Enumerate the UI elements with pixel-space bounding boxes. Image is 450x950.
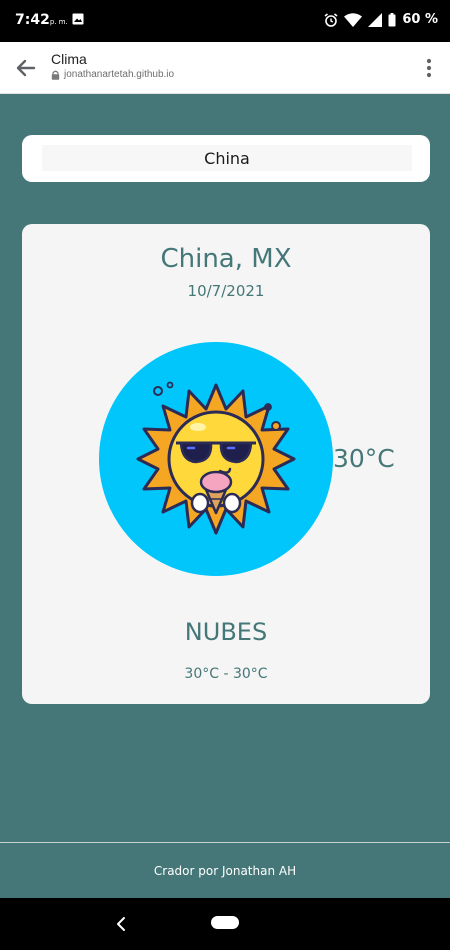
search-card: [22, 135, 430, 182]
alarm-icon: [324, 12, 338, 27]
back-arrow-icon[interactable]: [14, 56, 38, 80]
nav-back-icon[interactable]: [114, 915, 130, 933]
more-vert-icon[interactable]: [426, 58, 432, 78]
battery-icon: [388, 12, 396, 26]
footer-credit: Crador por Jonathan AH: [153, 864, 297, 878]
page-title-block: Clima jonathanartetah.github.io: [51, 51, 174, 80]
image-notification-icon: [72, 13, 84, 25]
battery-percent: 60 %: [402, 12, 438, 27]
page-title: Clima: [51, 51, 87, 67]
footer-divider: [0, 842, 450, 843]
signal-icon: [368, 12, 383, 27]
status-time-ampm: p. m.: [49, 18, 68, 26]
weather-card: China, MX 10/7/2021 30°C NUBES 30°C - 30…: [22, 224, 430, 704]
url-line: jonathanartetah.github.io: [51, 69, 174, 80]
current-temperature: 30°C: [333, 444, 395, 473]
weather-icon-circle: [99, 342, 333, 576]
weather-date: 10/7/2021: [187, 282, 265, 300]
nav-home-pill[interactable]: [211, 916, 239, 929]
status-time: 7:42p. m.: [15, 12, 68, 28]
status-time-value: 7:42: [15, 12, 50, 28]
lock-icon: [51, 70, 60, 80]
temperature-range: 30°C - 30°C: [184, 666, 268, 682]
navigation-bar: [0, 898, 450, 950]
weather-condition: NUBES: [184, 618, 268, 646]
page-url: jonathanartetah.github.io: [64, 69, 175, 80]
status-icons: 60 %: [324, 12, 438, 27]
status-bar: 7:42p. m. 60 %: [0, 0, 450, 42]
cool-sun-icon: [136, 381, 296, 535]
browser-toolbar: Clima jonathanartetah.github.io: [0, 42, 450, 94]
city-search-input[interactable]: [42, 145, 412, 171]
city-name: China, MX: [160, 244, 292, 274]
wifi-icon: [344, 12, 363, 27]
